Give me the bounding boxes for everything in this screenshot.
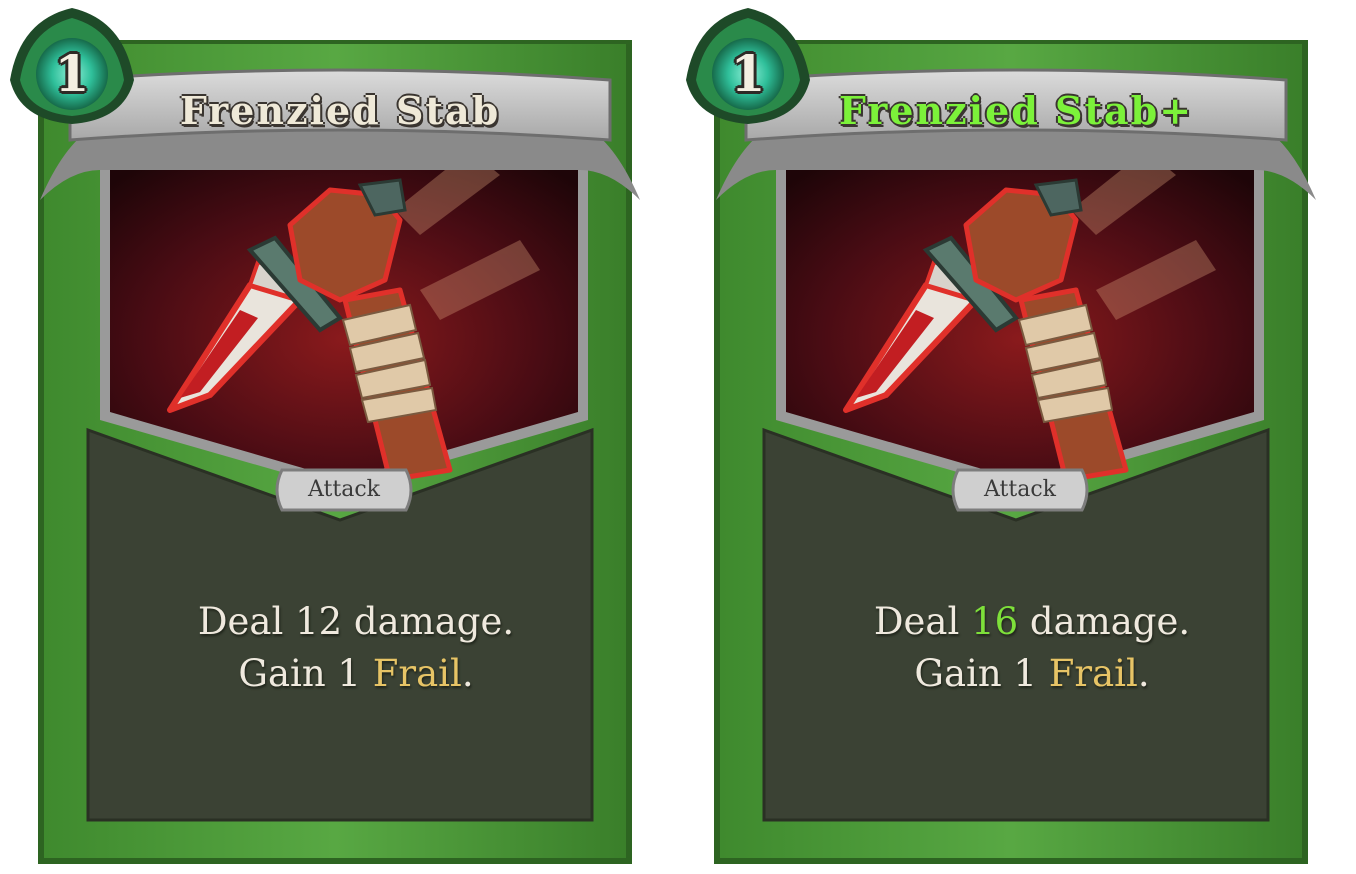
card-type-label: Attack	[308, 477, 380, 502]
energy-cost: 1	[54, 44, 90, 103]
card-type-label: Attack	[984, 477, 1056, 502]
card-title: Frenzied Stab+	[838, 88, 1194, 133]
description-line-1: Deal 12 damage.	[197, 600, 515, 643]
card-description: Deal 12 damage. Gain 1 Frail.	[96, 596, 616, 700]
keyword-frail: Frail	[1048, 652, 1138, 695]
description-line-2: Gain 1 Frail.	[238, 652, 474, 695]
keyword-frail: Frail	[372, 652, 462, 695]
damage-value: 12	[295, 600, 343, 643]
card-title: Frenzied Stab	[179, 88, 501, 133]
description-line-1: Deal 16 damage.	[873, 600, 1191, 643]
card-frenzied-stab[interactable]: 1 Frenzied Stab Attack Deal 12 damage. G…	[0, 0, 680, 874]
card-frenzied-stab-upgraded[interactable]: 1 Frenzied Stab+ Attack Deal 16 damage. …	[676, 0, 1356, 874]
card-description: Deal 16 damage. Gain 1 Frail.	[772, 596, 1292, 700]
description-line-2: Gain 1 Frail.	[914, 652, 1150, 695]
energy-cost: 1	[730, 44, 766, 103]
damage-value: 16	[971, 600, 1019, 643]
